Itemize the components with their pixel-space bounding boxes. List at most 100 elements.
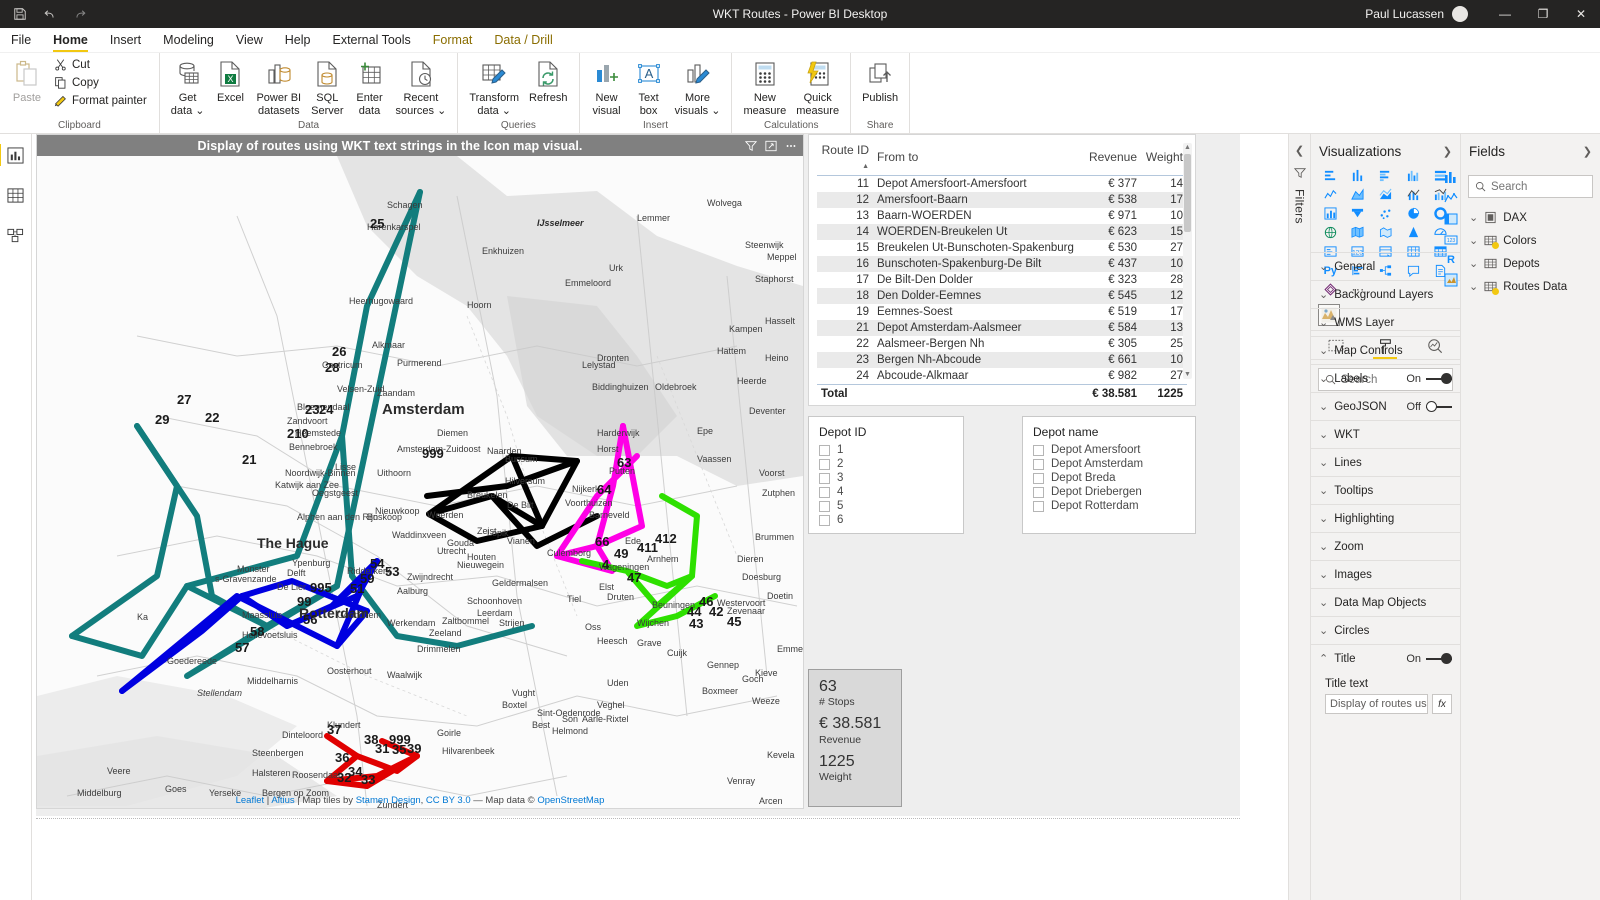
format-section-zoom[interactable]: ⌄ Zoom (1311, 532, 1460, 560)
table-row[interactable]: 16 Bunschoten-Spakenburg-De Bilt € 437 10 (817, 256, 1187, 272)
format-section-data-map-objects[interactable]: ⌄ Data Map Objects (1311, 588, 1460, 616)
redo-icon[interactable] (72, 6, 88, 22)
toggle-switch-on-icon[interactable] (1426, 373, 1452, 384)
slicer-item[interactable]: 2 (819, 457, 953, 471)
fields-table-routes-data[interactable]: ⌄ Routes Data (1461, 275, 1600, 298)
slicer-item[interactable]: Depot Breda (1033, 471, 1185, 485)
slicer-item[interactable]: 3 (819, 471, 953, 485)
excel-button[interactable]: X Excel (209, 56, 251, 107)
table-row[interactable]: 23 Bergen Nh-Abcoude € 661 10 (817, 352, 1187, 368)
format-section-highlighting[interactable]: ⌄ Highlighting (1311, 504, 1460, 532)
format-section-wkt[interactable]: ⌄ WKT (1311, 420, 1460, 448)
chevron-right-icon[interactable]: ❯ (1443, 145, 1452, 158)
filter-icon[interactable] (1293, 167, 1306, 179)
stacked-area-chart-icon[interactable] (1372, 186, 1399, 203)
altius-link[interactable]: Altius (271, 795, 294, 806)
get-data-button[interactable]: Get data ⌄ (166, 56, 210, 119)
routes-table-visual[interactable]: Route ID ▲ From to Revenue Weight 11 Depot… (808, 134, 1196, 406)
sql-server-button[interactable]: SQL Server (306, 56, 348, 119)
checkbox-icon[interactable] (819, 500, 830, 512)
checkbox-icon[interactable] (819, 486, 830, 498)
format-section-general[interactable]: ⌄ General (1311, 252, 1460, 280)
area-chart-icon[interactable] (1345, 186, 1372, 203)
rail-data-view[interactable] (2, 182, 30, 208)
paste-button[interactable]: Paste (6, 56, 48, 107)
column-header-from-to[interactable]: From to (873, 141, 1079, 176)
table-row[interactable]: 18 Den Dolder-Eemnes € 545 12 (817, 288, 1187, 304)
table-row[interactable]: 21 Depot Amsterdam-Aalsmeer € 584 13 (817, 320, 1187, 336)
minimize-button[interactable]: — (1486, 0, 1524, 28)
ribbon-tab-modeling[interactable]: Modeling (152, 31, 225, 52)
title-text-input[interactable]: Display of routes usi (1325, 694, 1428, 714)
toggle-switch-off-icon[interactable] (1426, 401, 1452, 412)
format-section-images[interactable]: ⌄ Images (1311, 560, 1460, 588)
new-measure-button[interactable]: New measure (738, 56, 791, 119)
stacked-column-chart-icon[interactable] (1345, 167, 1372, 184)
ribbon-tab-external-tools[interactable]: External Tools (321, 31, 421, 52)
maximize-button[interactable]: ❐ (1524, 0, 1562, 28)
format-section-background-layers[interactable]: ⌄ Background Layers (1311, 280, 1460, 308)
checkbox-icon[interactable] (819, 458, 830, 470)
enter-data-button[interactable]: Enter data (349, 56, 391, 119)
checkbox-icon[interactable] (1033, 458, 1044, 470)
copy-button[interactable]: Copy (48, 74, 153, 91)
table-layout-icon[interactable] (1444, 212, 1458, 226)
waterfall-chart-icon[interactable] (1345, 205, 1372, 222)
toggle-switch-on-icon[interactable] (1426, 653, 1452, 664)
checkbox-icon[interactable] (1033, 444, 1044, 456)
ribbon-chart-icon[interactable] (1317, 205, 1344, 222)
slicer-item[interactable]: Depot Driebergen (1033, 485, 1185, 499)
refresh-button[interactable]: Refresh (524, 56, 573, 107)
ribbon-tab-file[interactable]: File (0, 31, 42, 52)
scroll-up-arrow[interactable]: ▲ (1183, 143, 1192, 152)
report-canvas[interactable]: Display of routes using WKT text strings… (32, 134, 1288, 900)
format-section-circles[interactable]: ⌄ Circles (1311, 616, 1460, 644)
line-chart-icon[interactable] (1317, 186, 1344, 203)
column-header-revenue[interactable]: Revenue (1079, 141, 1141, 176)
stacked-bar-chart-icon[interactable] (1317, 167, 1344, 184)
slicer-depot-name[interactable]: Depot name Depot Amersfoort Depot Amster… (1022, 416, 1196, 534)
avatar[interactable] (1452, 6, 1468, 22)
table-row[interactable]: 14 WOERDEN-Breukelen Ut € 623 15 (817, 224, 1187, 240)
format-section-labels[interactable]: ⌄ Labels On (1311, 364, 1460, 392)
slicer-item[interactable]: 4 (819, 485, 953, 499)
chevron-down-icon[interactable]: ⌄ (1469, 257, 1478, 270)
format-section-title[interactable]: ⌃ Title On (1311, 644, 1460, 672)
checkbox-icon[interactable] (1033, 500, 1044, 512)
scatter-chart-icon[interactable] (1372, 205, 1399, 222)
format-painter-button[interactable]: Format painter (48, 92, 153, 109)
format-section-tooltips[interactable]: ⌄ Tooltips (1311, 476, 1460, 504)
recent-sources-button[interactable]: Recent sources ⌄ (391, 56, 452, 119)
labels-toggle[interactable]: On (1406, 373, 1452, 385)
ribbon-tab-help[interactable]: Help (274, 31, 322, 52)
slicer-depot-id[interactable]: Depot ID 1 2 3 4 5 6 (808, 416, 964, 534)
line-scatter-icon[interactable] (1444, 191, 1458, 205)
quick-measure-button[interactable]: Quick measure (791, 56, 844, 119)
slicer-item[interactable]: Depot Amersfoort (1033, 443, 1185, 457)
fields-table-colors[interactable]: ⌄ Colors (1461, 229, 1600, 252)
filled-map-icon[interactable] (1372, 224, 1399, 241)
rail-model-view[interactable] (2, 222, 30, 248)
conditional-formatting-fx-button[interactable]: fx (1432, 694, 1452, 714)
r-script-icon[interactable]: R (1447, 254, 1455, 266)
focus-mode-icon[interactable] (763, 138, 778, 153)
map-visual[interactable]: Display of routes using WKT text strings… (36, 134, 804, 809)
chevron-down-icon[interactable]: ⌄ (1469, 211, 1478, 224)
table-scrollbar[interactable]: ▲ ▼ (1183, 143, 1192, 379)
text-box-button[interactable]: A Text box (628, 56, 670, 119)
fields-search-box[interactable] (1468, 175, 1593, 198)
ribbon-tab-format[interactable]: Format (421, 31, 484, 52)
treemap-icon[interactable] (1317, 224, 1344, 241)
openstreetmap-link[interactable]: OpenStreetMap (537, 795, 604, 806)
slicer-item[interactable]: Depot Rotterdam (1033, 499, 1185, 513)
undo-icon[interactable] (42, 6, 58, 22)
geojson-toggle[interactable]: Off (1407, 401, 1452, 413)
map-icon[interactable] (1345, 224, 1372, 241)
table-row[interactable]: 13 Baarn-WOERDEN € 971 10 (817, 208, 1187, 224)
table-row[interactable]: 22 Aalsmeer-Bergen Nh € 305 25 (817, 336, 1187, 352)
checkbox-icon[interactable] (819, 472, 830, 484)
line-stacked-column-icon[interactable] (1400, 186, 1427, 203)
ribbon-tab-home[interactable]: Home (42, 31, 99, 52)
checkbox-icon[interactable] (819, 444, 830, 456)
table-row[interactable]: 19 Eemnes-Soest € 519 17 (817, 304, 1187, 320)
